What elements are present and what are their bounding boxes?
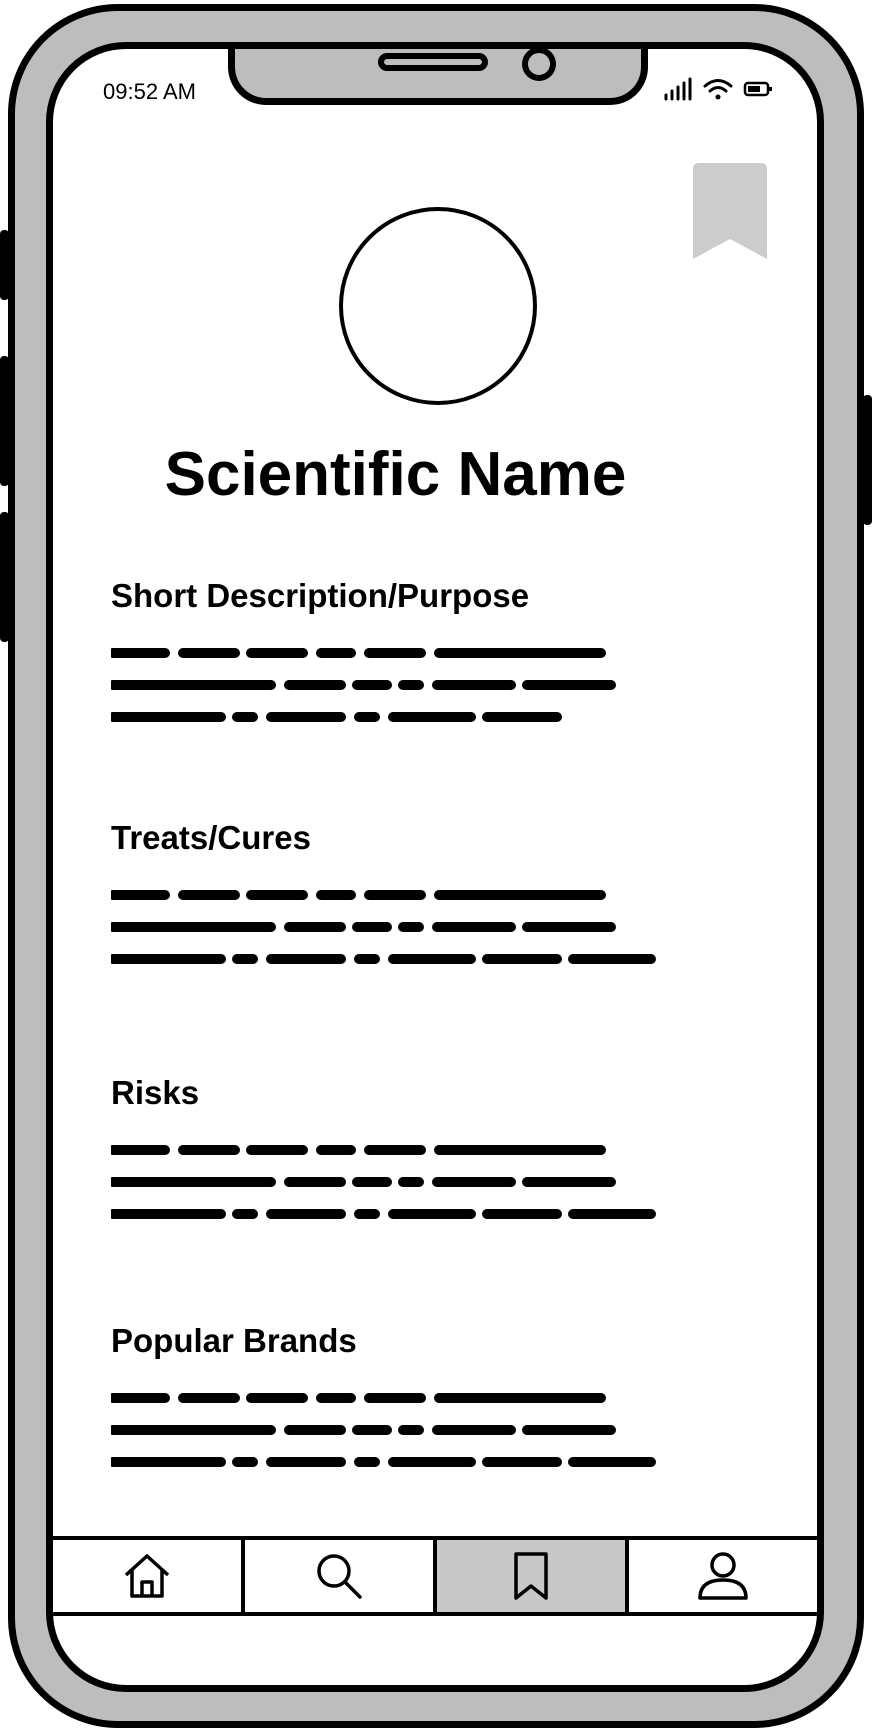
section-treats-cures: Treats/Cures xyxy=(111,819,731,971)
battery-icon xyxy=(743,81,772,97)
section-heading: Treats/Cures xyxy=(111,819,311,856)
front-camera xyxy=(522,49,556,81)
bookmark-icon xyxy=(514,1552,548,1600)
placeholder-text xyxy=(111,1393,656,1467)
notch xyxy=(228,49,648,105)
profile-icon xyxy=(698,1552,748,1600)
search-icon xyxy=(317,1554,362,1599)
signal-icon xyxy=(664,77,692,101)
bottom-tab-bar xyxy=(53,1536,817,1616)
speaker xyxy=(378,53,488,71)
page-title: Scientific Name xyxy=(164,440,627,509)
phone-screen: 09:52 AM Scientific Name Short Descripti… xyxy=(46,42,824,1692)
tab-search[interactable] xyxy=(245,1540,437,1612)
bookmark-icon[interactable] xyxy=(693,163,767,259)
tab-profile[interactable] xyxy=(629,1540,817,1612)
section-heading: Short Description/Purpose xyxy=(111,577,530,614)
section-short-description: Short Description/Purpose xyxy=(111,577,731,729)
volume-up-button xyxy=(0,230,9,300)
tab-bookmarks[interactable] xyxy=(437,1540,629,1612)
wifi-icon xyxy=(703,79,733,100)
volume-down-button xyxy=(0,356,9,486)
section-heading: Risks xyxy=(111,1074,200,1111)
status-time: 09:52 AM xyxy=(103,79,196,104)
placeholder-text xyxy=(111,1145,656,1219)
home-icon xyxy=(124,1554,170,1598)
tab-home[interactable] xyxy=(53,1540,245,1612)
power-button xyxy=(863,395,872,525)
section-popular-brands: Popular Brands xyxy=(111,1322,731,1474)
status-icons xyxy=(663,77,773,101)
side-button xyxy=(0,512,9,642)
placeholder-text xyxy=(111,648,616,722)
section-risks: Risks xyxy=(111,1074,731,1226)
plant-image xyxy=(339,207,537,405)
placeholder-text xyxy=(111,890,656,964)
section-heading: Popular Brands xyxy=(111,1322,357,1359)
